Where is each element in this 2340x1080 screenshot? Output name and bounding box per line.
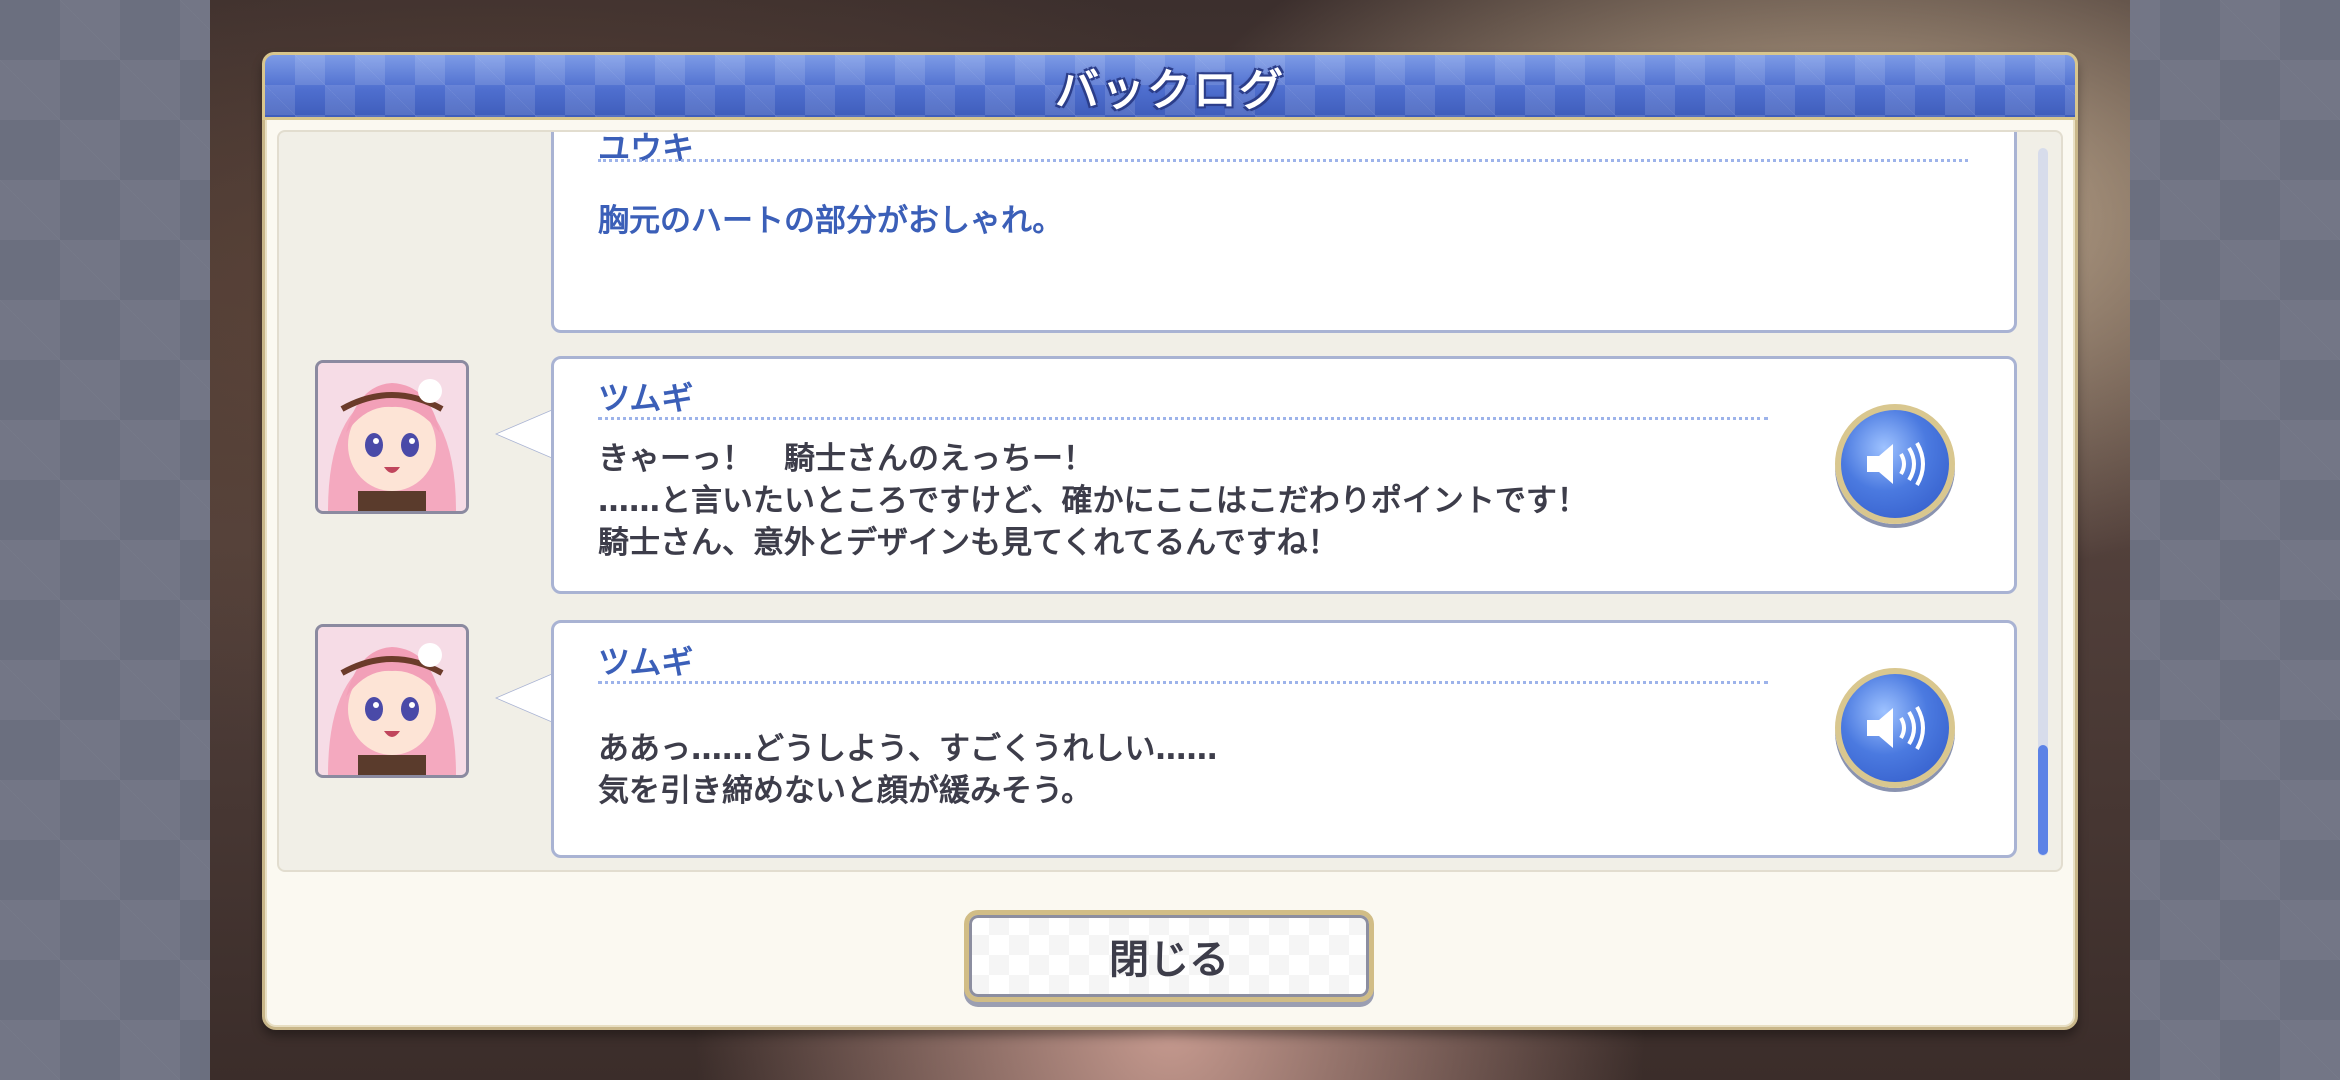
backlog-entry: ツムギ きゃーっ！ 騎士さんのえっちー！ ……と言いたいところですけど、確かにこ… — [279, 356, 2061, 600]
dialog-bubble: ツムギ ああっ……どうしよう、すごくうれしい…… 気を引き締めないと顔が緩みそう… — [551, 620, 2017, 858]
close-button[interactable]: 閉じる — [964, 910, 1374, 1002]
backlog-entry: ユウキ 胸元のハートの部分がおしゃれ。 — [279, 130, 2061, 333]
speaker-icon — [1867, 706, 1925, 750]
divider — [598, 159, 1968, 162]
speaker-name: ツムギ — [598, 379, 694, 417]
dialog-line: きゃーっ！ 騎士さんのえっちー！ — [598, 441, 1094, 477]
character-portrait — [315, 360, 469, 514]
backlog-list[interactable]: ユウキ 胸元のハートの部分がおしゃれ。 ツムギ きゃーっ！ 騎士さんのえっちー！… — [277, 130, 2063, 872]
speaker-name: ユウキ — [598, 130, 695, 167]
dialog-title: バックログ — [1055, 65, 1285, 116]
dialog-line: 騎士さん、意外とデザインも見てくれてるんですね！ — [598, 525, 1339, 561]
title-bar: バックログ — [262, 52, 2078, 120]
divider — [598, 681, 1768, 684]
bubble-tail — [497, 410, 553, 458]
dialog-bubble: ツムギ きゃーっ！ 騎士さんのえっちー！ ……と言いたいところですけど、確かにこ… — [551, 356, 2017, 594]
dialog-bubble: ユウキ 胸元のハートの部分がおしゃれ。 — [551, 130, 2017, 333]
voice-play-button[interactable] — [1835, 404, 1955, 524]
dialog-line: 気を引き締めないと顔が緩みそう。 — [598, 773, 1093, 809]
dialog-line: ……と言いたいところですけど、確かにここはこだわりポイントです！ — [598, 483, 1588, 519]
scrollbar-thumb[interactable] — [2038, 745, 2048, 855]
speaker-icon — [1867, 442, 1925, 486]
close-button-label: 閉じる — [1109, 937, 1229, 983]
speaker-name: ツムギ — [598, 643, 694, 681]
voice-play-button[interactable] — [1835, 668, 1955, 788]
dialog-line: 胸元のハートの部分がおしゃれ。 — [598, 203, 1064, 239]
bubble-tail — [497, 674, 553, 722]
tsumugi-portrait-icon — [318, 627, 466, 775]
tsumugi-portrait-icon — [318, 363, 466, 511]
character-portrait — [315, 624, 469, 778]
backlog-entry: ツムギ ああっ……どうしよう、すごくうれしい…… 気を引き締めないと顔が緩みそう… — [279, 620, 2061, 864]
divider — [598, 417, 1768, 420]
dialog-line: ああっ……どうしよう、すごくうれしい…… — [598, 731, 1218, 767]
